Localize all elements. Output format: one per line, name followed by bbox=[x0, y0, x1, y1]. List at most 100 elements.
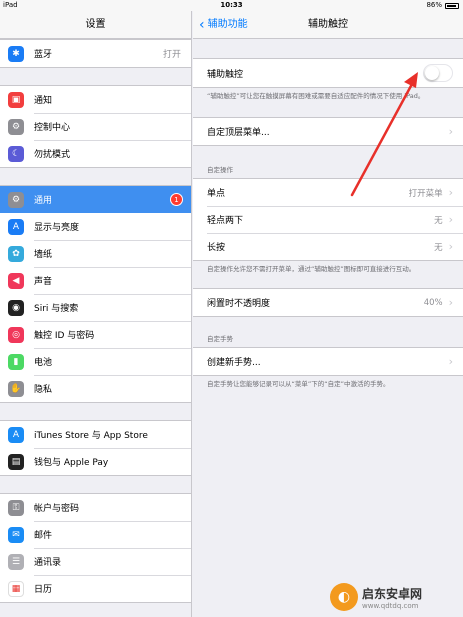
sidebar-item-label: 墙纸 bbox=[34, 250, 53, 260]
sidebar-item-label: 控制中心 bbox=[34, 123, 71, 133]
create-gesture-label: 创建新手势... bbox=[207, 358, 261, 368]
sidebar-item[interactable]: ⚿ 帐户与密码 bbox=[0, 494, 191, 521]
sidebar-item-label: 通用 bbox=[34, 196, 53, 206]
sidebar-item-label: 勿扰模式 bbox=[34, 150, 71, 160]
chevron-left-icon: ‹ bbox=[199, 17, 205, 33]
sidebar-group: ✱ 蓝牙 打开 bbox=[0, 39, 191, 68]
settings-app: iPad 10:33 86% 设置 ✱ 蓝牙 打开 ▣ 通知 ⚙ 控制中心 ☾ 勿扰模式 ⚙ 通用 1… bbox=[0, 0, 463, 617]
custom-top-menu-row[interactable]: 自定顶层菜单... › bbox=[193, 118, 463, 145]
chevron-right-icon: › bbox=[448, 213, 453, 226]
detail-panel: 辅助触控 ‹ 辅助功能 辅助触控 “辅助触控”可让您在触摸屏幕有困难或需要自适应… bbox=[193, 11, 463, 617]
watermark-logo-icon: ◐ bbox=[330, 583, 358, 611]
sidebar-item[interactable]: ◀ 声音 bbox=[0, 267, 191, 294]
chevron-right-icon: › bbox=[448, 240, 453, 253]
custom-action-value: 打开菜单 bbox=[408, 188, 443, 199]
app-store-icon: A bbox=[8, 426, 24, 443]
key-icon: ⚿ bbox=[8, 499, 24, 516]
sidebar-item[interactable]: ☾ 勿扰模式 bbox=[0, 140, 191, 167]
custom-top-menu-label: 自定顶层菜单... bbox=[207, 128, 270, 138]
back-button[interactable]: ‹ 辅助功能 bbox=[199, 11, 248, 39]
sidebar-item[interactable]: ☰ 通讯录 bbox=[0, 548, 191, 575]
custom-actions-footer: 自定操作允许您不需打开菜单，通过“辅助触控”图标即可直接进行互动。 bbox=[207, 265, 416, 273]
assistive-touch-row: 辅助触控 bbox=[193, 59, 463, 87]
create-gesture-row[interactable]: 创建新手势... › bbox=[193, 348, 463, 375]
idle-opacity-label: 闲置时不透明度 bbox=[207, 299, 271, 309]
sidebar-item-label: 隐私 bbox=[34, 385, 53, 395]
sidebar-item-label: 触控 ID 与密码 bbox=[34, 331, 95, 341]
sidebar-group: ⚿ 帐户与密码 ✉ 邮件 ☰ 通讯录 ▦ 日历 bbox=[0, 493, 191, 603]
sidebar-group: ▣ 通知 ⚙ 控制中心 ☾ 勿扰模式 bbox=[0, 85, 191, 168]
assistive-touch-toggle[interactable] bbox=[423, 64, 453, 82]
custom-action-value: 无 bbox=[434, 215, 443, 226]
sidebar-item[interactable]: ▦ 日历 bbox=[0, 575, 191, 602]
watermark: ◐ 启东安卓网 www.qdtdq.com bbox=[330, 577, 463, 617]
detail-nav-bar: 辅助触控 ‹ 辅助功能 bbox=[193, 11, 463, 39]
update-badge: 1 bbox=[170, 193, 183, 206]
moon-icon: ☾ bbox=[8, 145, 24, 162]
contacts-icon: ☰ bbox=[8, 553, 24, 570]
custom-gestures-footer: 自定手势让您能够记录可以从“菜单”下的“自定”中激活的手势。 bbox=[207, 380, 390, 388]
chevron-right-icon: › bbox=[448, 186, 453, 199]
bluetooth-icon: ✱ bbox=[8, 45, 24, 62]
sidebar-item[interactable]: ✋ 隐私 bbox=[0, 375, 191, 402]
sidebar-item[interactable]: AiTunes Store 与 App Store bbox=[0, 421, 191, 448]
sidebar-item-value: 打开 bbox=[162, 50, 181, 60]
mail-icon: ✉ bbox=[8, 526, 24, 543]
assistive-touch-footer: “辅助触控”可让您在触摸屏幕有困难或需要自适应配件的情况下使用 iPad。 bbox=[207, 92, 425, 100]
chevron-right-icon: › bbox=[448, 125, 453, 138]
assistive-touch-label: 辅助触控 bbox=[207, 69, 244, 80]
control-center-icon: ⚙ bbox=[8, 118, 24, 135]
custom-gestures-header: 自定手势 bbox=[207, 335, 233, 343]
sidebar-item[interactable]: ⚙ 控制中心 bbox=[0, 113, 191, 140]
sidebar-item[interactable]: ✉ 邮件 bbox=[0, 521, 191, 548]
idle-opacity-value: 40% bbox=[423, 297, 443, 308]
custom-action-row[interactable]: 单点 打开菜单 › bbox=[193, 179, 463, 206]
display-icon: A bbox=[8, 218, 24, 235]
gear-icon: ⚙ bbox=[8, 191, 24, 208]
sidebar-item-label: 邮件 bbox=[34, 531, 53, 541]
custom-action-row[interactable]: 轻点两下 无 › bbox=[193, 206, 463, 233]
sound-icon: ◀ bbox=[8, 272, 24, 289]
chevron-right-icon: › bbox=[448, 355, 453, 368]
custom-action-row[interactable]: 长按 无 › bbox=[193, 233, 463, 260]
toggle-knob bbox=[425, 66, 439, 80]
sidebar-group: AiTunes Store 与 App Store ▤ 钱包与 Apple Pay bbox=[0, 420, 191, 476]
status-bar: iPad 10:33 86% bbox=[0, 0, 463, 11]
calendar-icon: ▦ bbox=[8, 580, 24, 597]
sidebar-item-label: 显示与亮度 bbox=[34, 223, 80, 233]
chevron-right-icon: › bbox=[448, 296, 453, 309]
sidebar-item-label: 通讯录 bbox=[34, 558, 62, 568]
sidebar-item[interactable]: ⚙ 通用 1 bbox=[0, 186, 191, 213]
sidebar-group: ⚙ 通用 1 A 显示与亮度 ✿ 墙纸 ◀ 声音 ◉ Siri 与搜索 ◎ 触控 ID 与密码 ▮ 电池 ✋ 隐… bbox=[0, 185, 191, 403]
sidebar-item-label: 通知 bbox=[34, 96, 53, 106]
sidebar-item[interactable]: ▮ 电池 bbox=[0, 348, 191, 375]
sidebar-item-label: 日历 bbox=[34, 585, 53, 595]
sidebar-item-label: 钱包与 Apple Pay bbox=[34, 458, 109, 468]
settings-sidebar: 设置 ✱ 蓝牙 打开 ▣ 通知 ⚙ 控制中心 ☾ 勿扰模式 ⚙ 通用 1 A 显示与亮度 ✿ 墙纸 ◀ 声音 ◉ Si… bbox=[0, 11, 192, 617]
sidebar-item[interactable]: ▣ 通知 bbox=[0, 86, 191, 113]
notification-icon: ▣ bbox=[8, 91, 24, 108]
sidebar-item-label: Siri 与搜索 bbox=[34, 304, 79, 314]
status-time: 10:33 bbox=[220, 1, 243, 9]
siri-icon: ◉ bbox=[8, 299, 24, 316]
sidebar-item[interactable]: ▤ 钱包与 Apple Pay bbox=[0, 448, 191, 475]
sidebar-item[interactable]: ◎ 触控 ID 与密码 bbox=[0, 321, 191, 348]
sidebar-item[interactable]: ✱ 蓝牙 打开 bbox=[0, 40, 191, 67]
custom-actions-header: 自定操作 bbox=[207, 166, 233, 174]
battery-percent: 86% bbox=[426, 1, 442, 9]
sidebar-item[interactable]: ◉ Siri 与搜索 bbox=[0, 294, 191, 321]
idle-opacity-row[interactable]: 闲置时不透明度 40% › bbox=[193, 289, 463, 316]
watermark-url: www.qdtdq.com bbox=[362, 601, 419, 610]
watermark-name: 启东安卓网 bbox=[362, 586, 423, 601]
sidebar-item[interactable]: ✿ 墙纸 bbox=[0, 240, 191, 267]
sidebar-item[interactable]: A 显示与亮度 bbox=[0, 213, 191, 240]
battery-icon: ▮ bbox=[8, 353, 24, 370]
fingerprint-icon: ◎ bbox=[8, 326, 24, 343]
custom-action-label: 轻点两下 bbox=[207, 216, 244, 226]
sidebar-item-label: 电池 bbox=[34, 358, 53, 368]
battery-icon bbox=[445, 2, 459, 9]
sidebar-item-label: iTunes Store 与 App Store bbox=[34, 431, 148, 441]
sidebar-title: 设置 bbox=[0, 11, 191, 39]
custom-action-label: 长按 bbox=[207, 243, 226, 253]
wallpaper-icon: ✿ bbox=[8, 245, 24, 262]
